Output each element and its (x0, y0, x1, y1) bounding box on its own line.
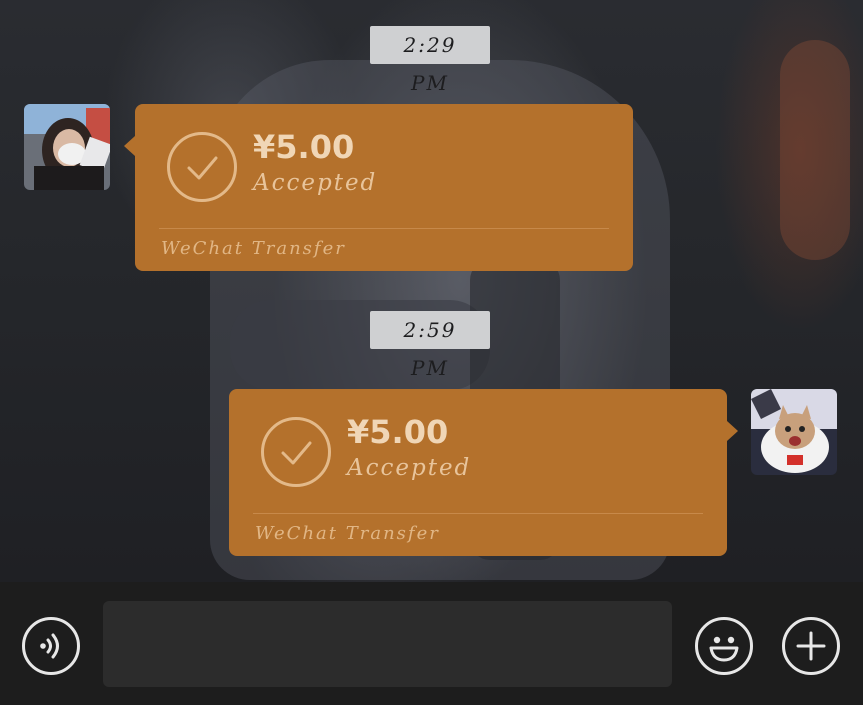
accepted-check-icon (261, 417, 331, 487)
plus-icon (796, 631, 826, 661)
bubble-divider (159, 228, 609, 229)
bubble-divider (253, 513, 703, 514)
transfer-message-bubble[interactable]: ¥5.00 Accepted WeChat Transfer (229, 389, 738, 556)
background-light-blur (780, 40, 850, 260)
bubble-tail (124, 136, 135, 156)
message-input[interactable] (103, 601, 672, 687)
emoji-icon (709, 636, 739, 662)
my-avatar-image (751, 389, 837, 475)
timestamp: 2:29 PM (370, 26, 490, 95)
transfer-amount: ¥5.00 (347, 413, 449, 451)
emoji-button[interactable] (695, 617, 753, 675)
transfer-source-label: WeChat Transfer (161, 238, 346, 259)
chat-input-bar (0, 582, 863, 705)
bubble-tail (727, 421, 738, 441)
contact-avatar-image (24, 104, 110, 190)
transfer-status: Accepted (347, 455, 472, 481)
transfer-status: Accepted (253, 170, 378, 196)
voice-mode-icon (40, 633, 59, 659)
accepted-check-icon (167, 132, 237, 202)
transfer-message-bubble[interactable]: ¥5.00 Accepted WeChat Transfer (124, 104, 633, 271)
contact-avatar[interactable] (24, 104, 110, 190)
timestamp: 2:59 PM (370, 311, 490, 380)
transfer-source-label: WeChat Transfer (255, 523, 440, 544)
transfer-amount: ¥5.00 (253, 128, 355, 166)
my-avatar[interactable] (751, 389, 837, 475)
more-actions-button[interactable] (782, 617, 840, 675)
voice-input-button[interactable] (22, 617, 80, 675)
